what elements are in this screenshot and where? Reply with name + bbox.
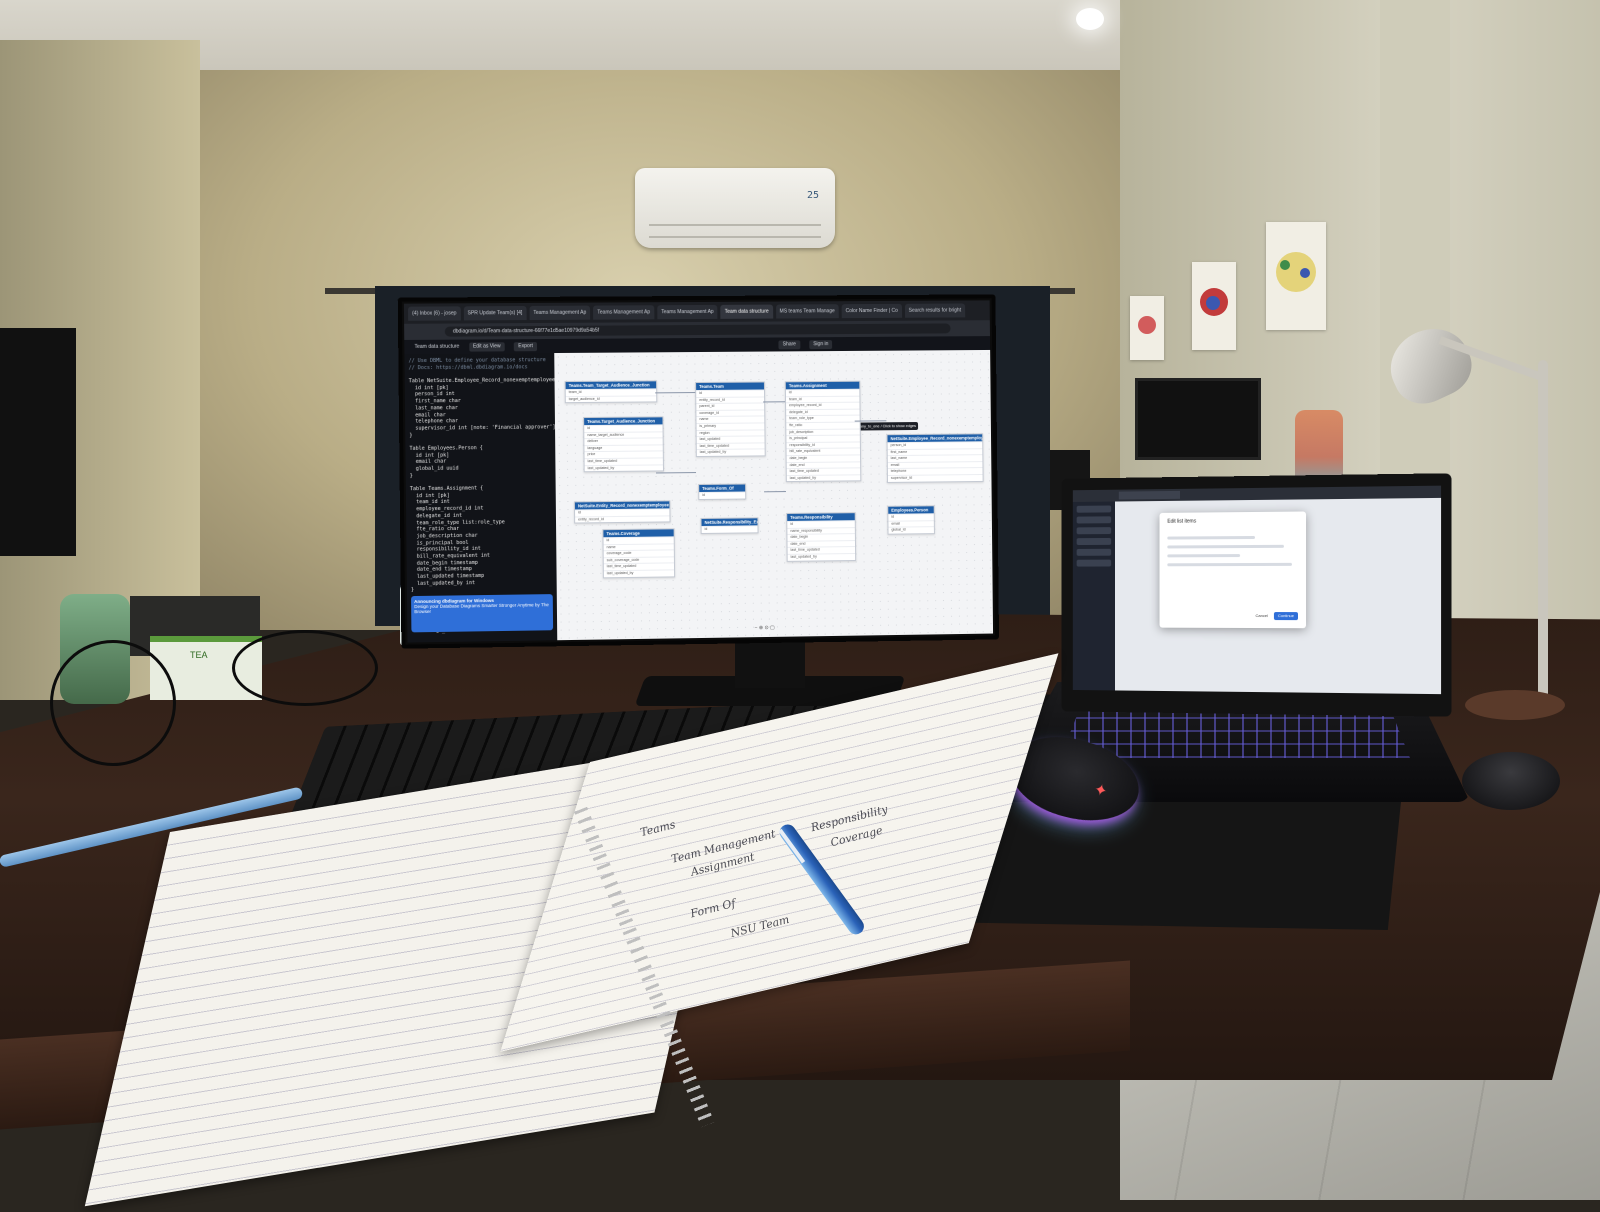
main-monitor: (4) Inbox (6) - josep SPR Update Team(s) … <box>397 294 1000 649</box>
dialog-title: Edit list items <box>1167 518 1197 525</box>
browser-tab[interactable]: MS teams Team Manage <box>775 304 839 319</box>
ac-temperature-display: 25 <box>806 190 819 201</box>
export-button[interactable]: Export <box>514 342 537 352</box>
sign-in-button[interactable]: Sign in <box>809 340 833 350</box>
db-table[interactable]: Teams.Form_Of id <box>698 483 747 500</box>
laptop-sidebar-item[interactable] <box>1076 559 1112 567</box>
dialog-text-line <box>1167 554 1241 558</box>
browser-tab[interactable]: Teams Management Ap <box>593 305 655 320</box>
ac-grill <box>649 224 821 238</box>
code-line: supervisor_id int [note: 'Financial appr… <box>409 424 556 432</box>
db-table-field: last_updated_by <box>787 552 856 561</box>
browser-tab[interactable]: Teams Management Ap <box>529 305 591 321</box>
edit-dialog: Edit list items Cancel Continue <box>1159 511 1307 629</box>
db-table[interactable]: Teams.Responsibility id name_responsibilit… <box>786 512 857 562</box>
db-table-header: Teams.Team_Target_Audience_Junction <box>565 381 657 390</box>
app-title: Team data structure <box>414 343 460 350</box>
share-button[interactable]: Share <box>778 340 800 350</box>
code-line: Table NetSuite.Employee_Record_nonexempt… <box>408 377 555 385</box>
db-table[interactable]: Teams.Team id entity_record_id parent_id cov… <box>695 381 766 457</box>
db-table-field: last_updated_by <box>584 463 663 472</box>
db-table[interactable]: NetSuite.Responsibility_Extent id <box>700 517 759 534</box>
fox-logo-icon: ✦ <box>1091 781 1110 801</box>
db-table[interactable]: NetSuite.Entity_Record_nonexemptemployee… <box>573 500 671 524</box>
spiral-notebook: Teams Team Management Assignment Responsibi… <box>84 653 1059 1212</box>
ceiling-light <box>1076 8 1104 30</box>
db-table[interactable]: Teams.Coverage id name coverage_code sub_cov… <box>602 528 676 578</box>
db-table-field: last_updated_by <box>696 448 765 456</box>
db-table-header: NetSuite.Entity_Record_nonexemptemployee <box>574 501 670 510</box>
announcement-toast[interactable]: Announcing dbdiagram for Windows Design … <box>411 594 554 633</box>
dialog-continue-button[interactable]: Continue <box>1273 612 1298 621</box>
browser-tab[interactable]: Search results for bright <box>904 303 966 318</box>
zoom-controls[interactable]: − ⊕ ⊙ ▢ <box>755 625 775 631</box>
secondary-mouse <box>1462 752 1560 810</box>
background-monitor <box>1135 378 1261 460</box>
wall-poster-large <box>1266 222 1326 330</box>
laptop-sidebar-item[interactable] <box>1076 527 1112 535</box>
wall-poster-medium <box>1192 262 1236 350</box>
laptop-screen-frame: Edit list items Cancel Continue <box>1061 473 1452 717</box>
db-table-field: last_updated_by <box>603 569 675 577</box>
cable-coil <box>232 630 378 706</box>
tea-box-label: TEA <box>190 650 208 660</box>
laptop-sidebar <box>1072 501 1115 691</box>
laptop-sidebar-item[interactable] <box>1076 537 1112 546</box>
dialog-text-line <box>1167 535 1255 540</box>
db-table-header: NetSuite.Responsibility_Extent <box>701 518 758 526</box>
db-table[interactable]: Employees.Person id email global_id <box>887 505 935 535</box>
monitor-screen: (4) Inbox (6) - josep SPR Update Team(s) … <box>403 300 994 643</box>
browser-tab[interactable]: Color Name Finder | Co <box>841 303 902 319</box>
relationship-line <box>655 472 697 474</box>
db-table-header: NetSuite.Employee_Record_nonexemptemploy… <box>887 434 983 443</box>
db-table-field: target_audience_id <box>565 394 657 403</box>
browser-tab[interactable]: Team data structure <box>720 304 773 319</box>
db-table-header: Employees.Person <box>888 506 934 514</box>
left-monitor <box>0 328 76 556</box>
db-table[interactable]: Teams.Target_Audience_Junction id name_tar… <box>583 416 664 473</box>
dbml-code-editor[interactable]: // Use DBML to define your database stru… <box>404 353 558 643</box>
db-table[interactable]: Teams.Assignment id team_id employee_record… <box>784 380 862 483</box>
edit-as-view-button[interactable]: Edit as View <box>468 342 505 352</box>
db-table[interactable]: Teams.Team_Target_Audience_Junction team_… <box>564 380 658 404</box>
db-table-field: id <box>699 491 746 499</box>
diagram-canvas[interactable]: many_to_one / Click to show edges − ⊕ ⊙ … <box>554 349 994 641</box>
url-text[interactable]: dbdiagram.io/d/Team-data-structure-66f77… <box>444 323 951 337</box>
laptop-sidebar-item[interactable] <box>1076 516 1112 524</box>
laptop-screen: Edit list items Cancel Continue <box>1072 485 1442 695</box>
laptop-sidebar-item[interactable] <box>1076 548 1112 556</box>
db-table-field: supervisor_id <box>887 473 983 482</box>
browser-tab[interactable]: Teams Management Ap <box>657 304 718 320</box>
desk-lamp-arm <box>1538 360 1548 700</box>
relation-tooltip: many_to_one / Click to show edges <box>854 422 919 431</box>
laptop-title-bar <box>1072 485 1442 502</box>
db-table-field: id <box>701 525 758 533</box>
relationship-line <box>764 491 786 493</box>
db-table-field: global_id <box>888 526 934 534</box>
wall-poster-small <box>1130 296 1164 360</box>
dialog-cancel-button[interactable]: Cancel <box>1256 612 1268 620</box>
air-conditioner: 25 <box>635 168 835 248</box>
relationship-line <box>655 392 696 394</box>
cable-loop <box>50 640 176 766</box>
laptop-tab[interactable] <box>1118 490 1181 500</box>
db-table-field: last_updated_by <box>786 474 861 482</box>
db-table[interactable]: NetSuite.Employee_Record_nonexemptemploy… <box>886 433 984 483</box>
dialog-text-line <box>1167 544 1285 549</box>
db-table-field: entity_record_id <box>575 514 670 523</box>
browser-tab[interactable]: (4) Inbox (6) - josep <box>407 306 461 321</box>
laptop-sidebar-item[interactable] <box>1076 505 1112 513</box>
relationship-line <box>763 401 786 403</box>
dialog-input[interactable] <box>1167 562 1292 567</box>
desk-lamp-base <box>1465 690 1565 720</box>
toast-body: Design your Database Diagrams Smarter St… <box>414 602 549 615</box>
browser-tab[interactable]: SPR Update Team(s) [4] <box>463 305 527 321</box>
db-table-header: Teams.Target_Audience_Junction <box>584 417 663 426</box>
